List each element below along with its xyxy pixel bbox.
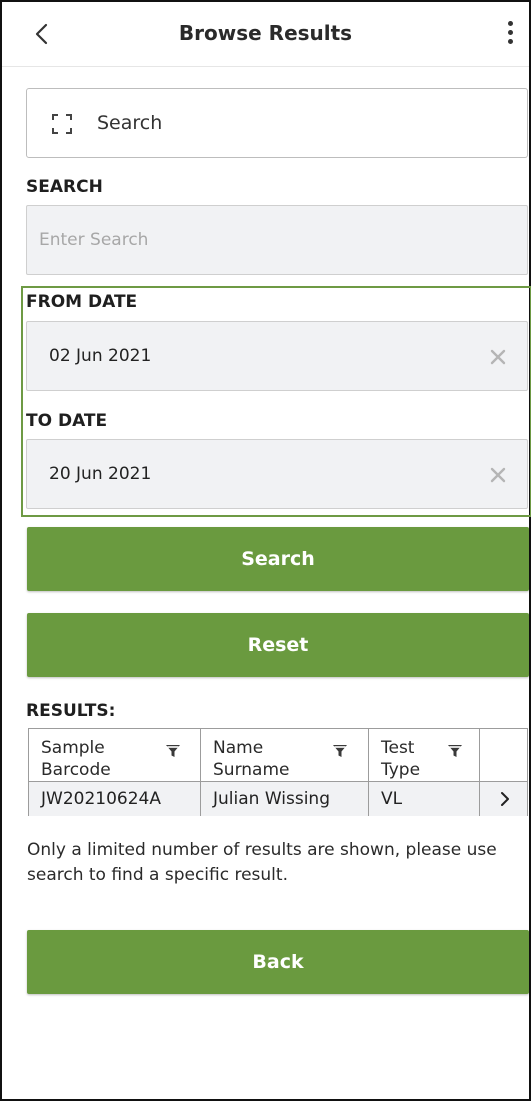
results-limit-notice: Only a limited number of results are sho… (27, 840, 497, 885)
search-button[interactable]: Search (27, 527, 529, 591)
filter-icon[interactable] (332, 743, 348, 759)
back-button[interactable]: Back (27, 930, 529, 994)
cell-test-type: VL (369, 782, 480, 816)
to-date-value: 20 Jun 2021 (49, 464, 152, 484)
results-table: Sample Barcode Name Surname Test Type JW202… (28, 728, 528, 816)
column-header-line: Test (381, 738, 415, 758)
from-date-label: FROM DATE (26, 292, 138, 312)
chevron-right-icon[interactable] (497, 791, 513, 807)
to-date-field[interactable]: 20 Jun 2021 (26, 439, 528, 509)
column-header-line: Barcode (41, 760, 111, 780)
close-icon[interactable] (489, 348, 507, 366)
column-header-line: Sample (41, 738, 105, 758)
column-header-line: Type (381, 760, 421, 780)
quick-search-placeholder: Search (97, 112, 163, 134)
scan-icon (52, 114, 72, 134)
from-date-value: 02 Jun 2021 (49, 346, 152, 366)
results-label: RESULTS: (26, 701, 116, 721)
quick-search-bar[interactable]: Search (26, 88, 528, 158)
cell-name: Julian Wissing (201, 782, 369, 816)
app-screen: Browse Results Search SEARCH FROM DATE 0… (0, 0, 531, 1101)
table-row[interactable]: JW20210624A Julian Wissing VL (29, 781, 527, 816)
search-field (26, 205, 528, 275)
to-date-label: TO DATE (26, 411, 108, 431)
close-icon[interactable] (489, 466, 507, 484)
filter-icon[interactable] (165, 743, 181, 759)
cell-barcode: JW20210624A (29, 782, 201, 816)
column-header-line: Surname (213, 760, 290, 780)
filter-icon[interactable] (447, 743, 463, 759)
page-title: Browse Results (178, 21, 353, 45)
from-date-field[interactable]: 02 Jun 2021 (26, 321, 528, 391)
kebab-menu-icon[interactable] (503, 18, 517, 52)
reset-button[interactable]: Reset (27, 613, 529, 677)
column-header-test-type[interactable]: Test Type (369, 729, 480, 781)
search-input[interactable] (27, 206, 527, 274)
column-header-name-surname[interactable]: Name Surname (201, 729, 369, 781)
column-header-line: Name (213, 738, 264, 758)
search-label: SEARCH (26, 177, 103, 197)
app-header: Browse Results (2, 2, 529, 67)
column-header-sample-barcode[interactable]: Sample Barcode (29, 729, 201, 781)
